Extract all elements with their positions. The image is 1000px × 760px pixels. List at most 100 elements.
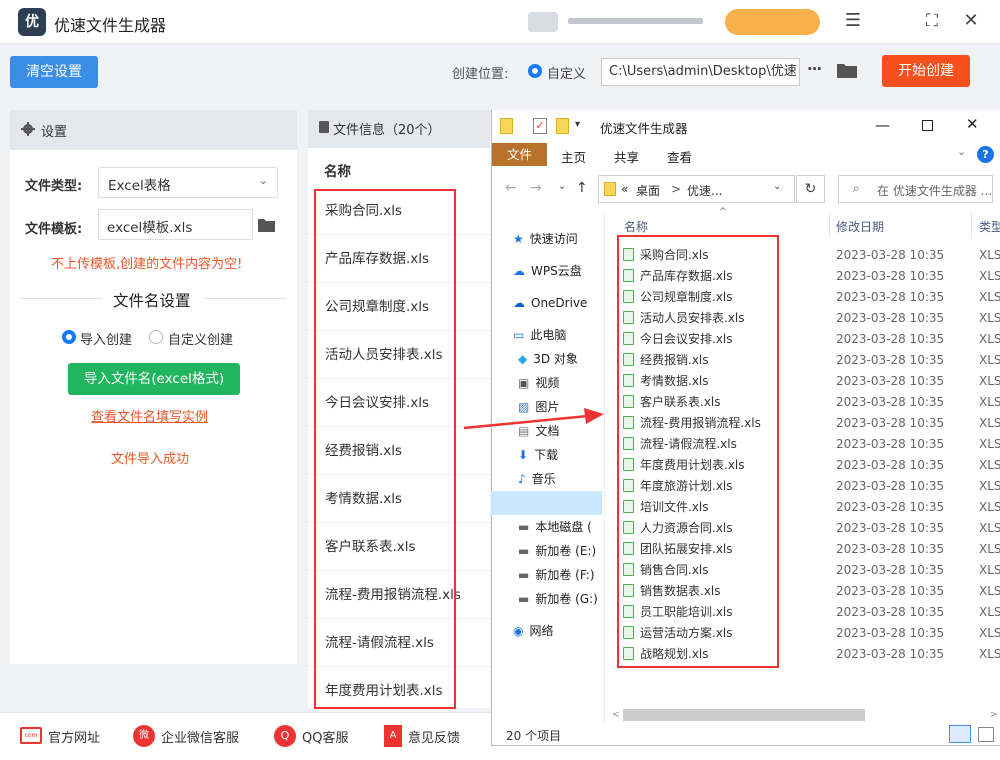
quick-access-dropdown-icon[interactable]: ▾ <box>575 119 580 130</box>
ribbon-tab-share[interactable]: 共享 <box>614 147 639 166</box>
explorer-file-date: 2023-03-28 10:35 <box>836 353 945 367</box>
import-create-radio[interactable] <box>62 330 76 344</box>
explorer-file-type: XLS <box>979 290 1000 304</box>
import-filenames-button[interactable]: 导入文件名(excel格式) <box>68 363 240 395</box>
back-arrow-icon[interactable]: ← <box>505 180 517 196</box>
nav-item-label: OneDrive <box>531 296 588 310</box>
nav-15-icon: ◉ <box>513 624 524 638</box>
divider-left <box>20 298 102 299</box>
address-bar[interactable]: « 桌面 > 优速... ⌄ <box>598 175 795 203</box>
path-input[interactable]: C:\Users\admin\Desktop\优速 <box>601 58 800 86</box>
clear-settings-button[interactable]: 清空设置 <box>10 56 98 88</box>
file-type-select[interactable]: Excel表格 ⌄ <box>98 167 278 198</box>
gear-icon <box>21 122 35 136</box>
explorer-close-icon[interactable]: ✕ <box>966 115 979 133</box>
explorer-search-placeholder: 在 优速文件生成器 ... <box>877 184 993 198</box>
nav-item-label: 新加卷 (F:) <box>535 568 595 582</box>
footer-qq-link[interactable]: QQ客服 <box>302 727 348 746</box>
nav-item[interactable]: ▣ 视频 <box>518 371 559 395</box>
account-info-blurred[interactable] <box>528 12 558 32</box>
nav-item-label: 视频 <box>535 376 560 390</box>
footer-wechat-link[interactable]: 企业微信客服 <box>161 727 239 746</box>
properties-icon[interactable]: ✓ <box>533 118 547 134</box>
forward-arrow-icon[interactable]: → <box>530 180 542 196</box>
breadcrumb-ellipsis[interactable]: « <box>621 182 628 196</box>
nav-item[interactable]: ▭ 此电脑 <box>513 323 566 347</box>
nav-item-label: 网络 <box>529 624 554 638</box>
address-dropdown-icon[interactable]: ⌄ <box>773 181 781 192</box>
explorer-file-type: XLS <box>979 395 1000 409</box>
nav-item-label: 快速访问 <box>529 232 578 246</box>
app-title: 优速文件生成器 <box>54 16 167 35</box>
up-arrow-icon[interactable]: ↑ <box>576 180 588 196</box>
explorer-col-date[interactable]: 修改日期 <box>836 218 884 235</box>
nav-item[interactable]: ▬ 新加卷 (E:) <box>518 539 596 563</box>
nav-item[interactable]: ♪ 音乐 <box>518 467 556 491</box>
nav-11-icon: ▬ <box>518 520 530 534</box>
recent-dropdown-icon[interactable]: ⌄ <box>558 181 566 192</box>
horizontal-scrollbar-thumb[interactable] <box>623 709 865 721</box>
pane-splitter <box>604 212 605 722</box>
details-view-icon[interactable] <box>949 725 971 743</box>
start-create-button[interactable]: 开始创建 <box>882 55 970 87</box>
menu-icon[interactable]: ☰ <box>841 11 865 31</box>
explorer-file-type: XLS <box>979 647 1000 661</box>
nav-item[interactable]: ⬇ 下载 <box>518 443 558 467</box>
template-folder-icon[interactable] <box>257 217 276 233</box>
maximize-icon[interactable]: ⛶ <box>920 11 944 31</box>
ribbon-tab-file[interactable]: 文件 <box>492 143 547 166</box>
footer-feedback-link[interactable]: 意见反馈 <box>408 727 460 746</box>
footer-website-link[interactable]: 官方网址 <box>48 727 100 746</box>
explorer-file-date: 2023-03-28 10:35 <box>836 647 945 661</box>
explorer-search-input[interactable]: ⌕ 在 优速文件生成器 ... <box>838 175 993 203</box>
close-icon[interactable]: ✕ <box>959 11 983 31</box>
nav-item[interactable]: ▬ 新加卷 (G:) <box>518 587 598 611</box>
item-count-status: 20 个项目 <box>506 729 562 743</box>
explorer-maximize-icon[interactable] <box>922 120 933 131</box>
nav-item[interactable]: ★ 快速访问 <box>513 227 578 251</box>
nav-item[interactable]: ▬ 新加卷 (F:) <box>518 563 595 587</box>
ribbon-tab-view[interactable]: 查看 <box>667 147 692 166</box>
nav-item[interactable]: ◆ 3D 对象 <box>518 347 578 371</box>
explorer-file-type: XLS <box>979 605 1000 619</box>
custom-location-radio[interactable] <box>528 64 542 78</box>
new-folder-icon[interactable] <box>556 118 569 134</box>
nav-item[interactable]: ◉ 网络 <box>513 619 554 643</box>
custom-create-label: 自定义创建 <box>168 333 234 348</box>
nav-12-icon: ▬ <box>518 544 530 558</box>
explorer-file-type: XLS <box>979 353 1000 367</box>
chevron-down-icon: ⌄ <box>258 174 268 187</box>
breadcrumb-desktop[interactable]: 桌面 <box>636 182 660 199</box>
help-icon[interactable]: ? <box>977 146 994 163</box>
scroll-right-icon[interactable]: > <box>990 710 998 720</box>
nav-item[interactable]: ▬ 本地磁盘 ( <box>518 515 592 539</box>
refresh-icon[interactable]: ↻ <box>796 175 825 203</box>
template-input[interactable]: excel模板.xls <box>98 209 253 240</box>
explorer-col-type[interactable]: 类型 <box>979 218 1000 235</box>
qq-icon[interactable]: Q <box>274 725 296 747</box>
ribbon-collapse-icon[interactable]: ⌄ <box>957 145 966 158</box>
explorer-file-date: 2023-03-28 10:35 <box>836 500 945 514</box>
ribbon-tab-home[interactable]: 主页 <box>561 147 586 166</box>
explorer-minimize-icon[interactable]: — <box>875 116 890 134</box>
wechat-icon[interactable]: 微 <box>133 725 155 747</box>
feedback-icon[interactable]: A <box>384 725 402 747</box>
tiles-view-icon[interactable] <box>978 727 994 742</box>
example-link[interactable]: 查看文件名填写实例 <box>91 406 208 425</box>
annotation-arrow <box>463 408 604 430</box>
scroll-left-icon[interactable]: < <box>612 710 620 720</box>
explorer-file-date: 2023-03-28 10:35 <box>836 269 945 283</box>
website-icon[interactable]: com <box>20 727 42 744</box>
more-icon[interactable]: ··· <box>807 60 822 78</box>
vip-badge-blurred[interactable] <box>725 9 820 35</box>
explorer-file-type: XLS <box>979 563 1000 577</box>
nav-item[interactable]: ☁ WPS云盘 <box>513 259 582 283</box>
breadcrumb-current[interactable]: 优速... <box>687 182 722 199</box>
nav-item[interactable]: ☁ OneDrive <box>513 291 587 315</box>
explorer-col-name[interactable]: 名称 <box>624 218 648 235</box>
custom-create-radio[interactable] <box>149 330 163 344</box>
folder-browse-icon[interactable] <box>836 61 858 79</box>
explorer-file-date: 2023-03-28 10:35 <box>836 626 945 640</box>
template-warning: 不上传模板,创建的文件内容为空! <box>51 257 243 272</box>
explorer-folder-icon <box>500 118 513 134</box>
